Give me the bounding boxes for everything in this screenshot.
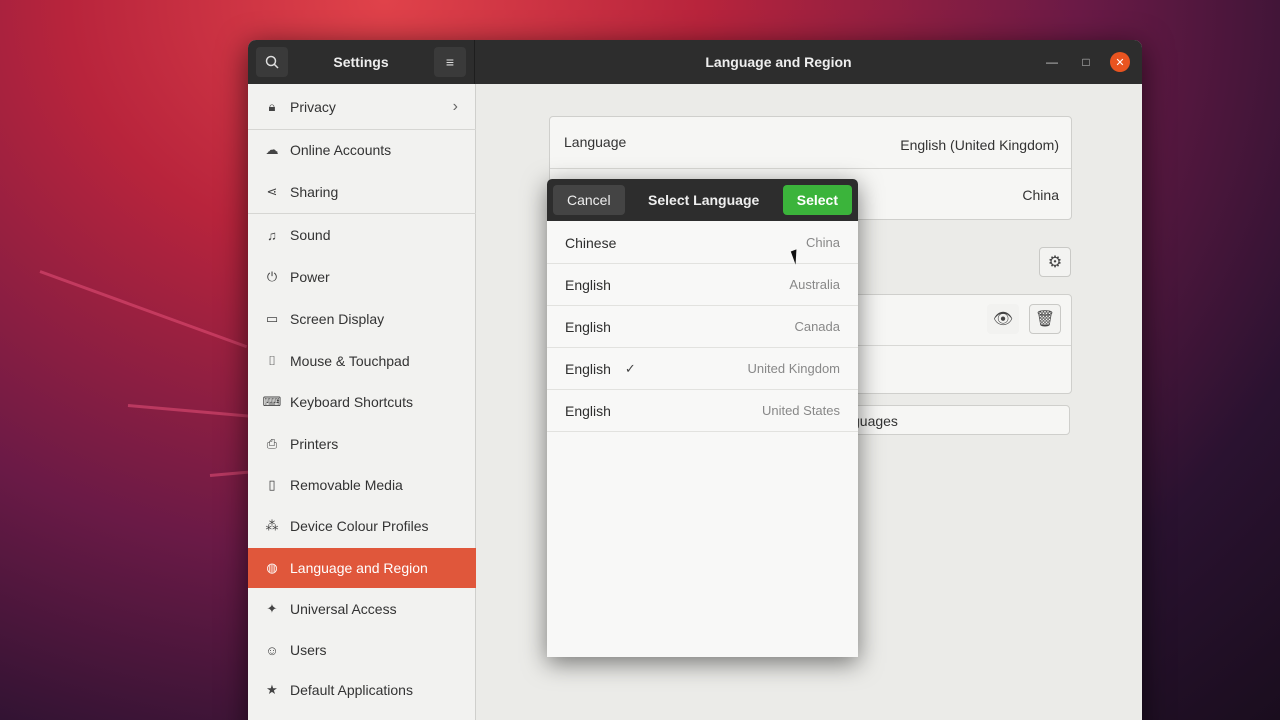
gear-icon: ⚙ — [1047, 254, 1063, 271]
chevron-right-icon: › — [452, 98, 458, 115]
maximize-button[interactable]: □ — [1076, 52, 1096, 72]
sidebar-item-power[interactable]: ⏻ Power — [248, 257, 476, 297]
titlebar: Settings ≡ Language and Region — □ ✕ — [248, 40, 1142, 84]
cloud-icon: ☁ — [265, 142, 279, 157]
printer-icon: ⎙ — [266, 436, 278, 451]
sidebar-item-language-and-region[interactable]: ◍ Language and Region — [248, 548, 476, 588]
sidebar-item-removable-media[interactable]: ▯ Removable Media — [248, 465, 476, 505]
sidebar-item-label: Power — [290, 269, 330, 285]
sidebar-header: Settings ≡ — [248, 40, 475, 84]
globe-icon: ◍ — [266, 560, 278, 575]
accessibility-icon: ✦ — [266, 601, 278, 616]
sidebar-item-printers[interactable]: ⎙ Printers — [248, 424, 476, 464]
sidebar-item-label: Device Colour Profiles — [290, 518, 429, 534]
language-region: Canada — [794, 319, 840, 334]
search-button[interactable] — [256, 47, 288, 77]
sidebar: 🔒︎ Privacy › ☁ Online Accounts ⋖ Sharing… — [248, 84, 476, 720]
wallpaper-streak — [209, 470, 250, 477]
sidebar-item-device-colour-profiles[interactable]: ⁂ Device Colour Profiles — [248, 506, 476, 546]
language-name: English — [565, 360, 611, 377]
sidebar-item-keyboard-shortcuts[interactable]: ⌨ Keyboard Shortcuts — [248, 382, 476, 422]
close-button[interactable]: ✕ — [1110, 52, 1130, 72]
color-profile-icon: ⁂ — [265, 518, 279, 533]
display-icon: ▭ — [265, 311, 279, 326]
sidebar-separator — [248, 213, 476, 214]
sidebar-item-label: Mouse & Touchpad — [290, 353, 410, 369]
lock-icon: 🔒︎ — [268, 99, 276, 114]
wallpaper-streak — [127, 404, 258, 419]
app-title: Settings — [333, 54, 389, 70]
sidebar-item-label: Removable Media — [290, 477, 403, 493]
power-icon: ⏻ — [266, 269, 278, 284]
sidebar-item-label: Printers — [290, 436, 339, 452]
remove-button[interactable]: 🗑︎ — [1029, 304, 1061, 334]
window-controls: — □ ✕ — [1042, 52, 1142, 72]
sidebar-item-privacy[interactable]: 🔒︎ Privacy › — [248, 87, 476, 127]
usb-icon: ▯ — [268, 477, 276, 492]
sidebar-item-label: Universal Access — [290, 601, 397, 617]
language-option-selected[interactable]: English ✓ United Kingdom — [547, 348, 858, 390]
sidebar-item-default-applications[interactable]: ★ Default Applications — [248, 670, 476, 710]
sidebar-item-label: Keyboard Shortcuts — [290, 394, 413, 410]
mouse-icon: ⌷ — [268, 353, 276, 368]
language-option[interactable]: English Canada — [547, 306, 858, 348]
minimize-button[interactable]: — — [1042, 52, 1062, 72]
star-icon: ★ — [266, 682, 278, 697]
sidebar-item-label: Screen Display — [290, 311, 385, 327]
sidebar-item-label: Sharing — [290, 184, 339, 200]
eye-icon: 👁︎ — [992, 311, 1014, 328]
sidebar-item-users[interactable]: ☺ Users — [248, 630, 476, 670]
language-row-label: Language — [564, 134, 627, 150]
language-option[interactable]: English Australia — [547, 264, 858, 306]
dialog-header: Cancel Select Language Select — [547, 179, 858, 221]
select-button[interactable]: Select — [782, 185, 852, 215]
keyboard-icon: ⌨ — [262, 394, 282, 409]
menu-button[interactable]: ≡ — [433, 47, 466, 77]
panel-separator — [550, 168, 1071, 169]
manage-languages-label: guages — [852, 413, 898, 429]
language-option[interactable]: Chinese China — [547, 222, 858, 264]
formats-row-value[interactable]: China — [1022, 187, 1059, 203]
sidebar-item-label: Users — [290, 642, 327, 658]
sidebar-item-universal-access[interactable]: ✦ Universal Access — [248, 589, 476, 629]
language-region: United Kingdom — [747, 361, 841, 376]
share-icon: ⋖ — [266, 184, 278, 199]
language-name: English — [565, 402, 611, 419]
sidebar-item-sharing[interactable]: ⋖ Sharing — [248, 172, 476, 212]
dialog-title: Select Language — [648, 192, 760, 208]
music-note-icon: ♫ — [267, 227, 277, 243]
sidebar-item-mouse-touchpad[interactable]: ⌷ Mouse & Touchpad — [248, 341, 476, 381]
checkmark-icon: ✓ — [624, 360, 636, 376]
language-name: English — [565, 318, 611, 335]
sidebar-item-label: Language and Region — [290, 560, 428, 576]
language-row-value[interactable]: English (United Kingdom) — [900, 137, 1059, 153]
sidebar-item-label: Privacy — [290, 99, 336, 115]
hamburger-icon: ≡ — [445, 54, 455, 70]
page-title: Language and Region — [705, 54, 852, 70]
sidebar-item-label: Online Accounts — [290, 142, 392, 158]
language-region: China — [806, 235, 840, 250]
wallpaper-streak — [39, 270, 248, 349]
cancel-button[interactable]: Cancel — [553, 185, 625, 215]
select-language-dialog: Cancel Select Language Select Chinese Ch… — [547, 179, 858, 657]
preview-button[interactable]: 👁︎ — [987, 304, 1019, 334]
language-region: United States — [761, 403, 840, 418]
language-region: Australia — [789, 277, 840, 292]
users-icon: ☺ — [265, 642, 279, 658]
sidebar-item-label: Default Applications — [290, 682, 413, 698]
language-name: English — [565, 276, 611, 293]
language-option[interactable]: English United States — [547, 390, 858, 432]
search-icon — [265, 55, 279, 69]
sidebar-item-screen-display[interactable]: ▭ Screen Display — [248, 299, 476, 339]
language-name: Chinese — [565, 234, 617, 251]
sidebar-item-label: Sound — [290, 227, 331, 243]
trash-icon: 🗑︎ — [1034, 311, 1056, 328]
sidebar-item-sound[interactable]: ♫ Sound — [248, 215, 476, 255]
input-sources-options-button[interactable]: ⚙ — [1039, 247, 1071, 277]
sidebar-item-online-accounts[interactable]: ☁ Online Accounts — [248, 130, 476, 170]
